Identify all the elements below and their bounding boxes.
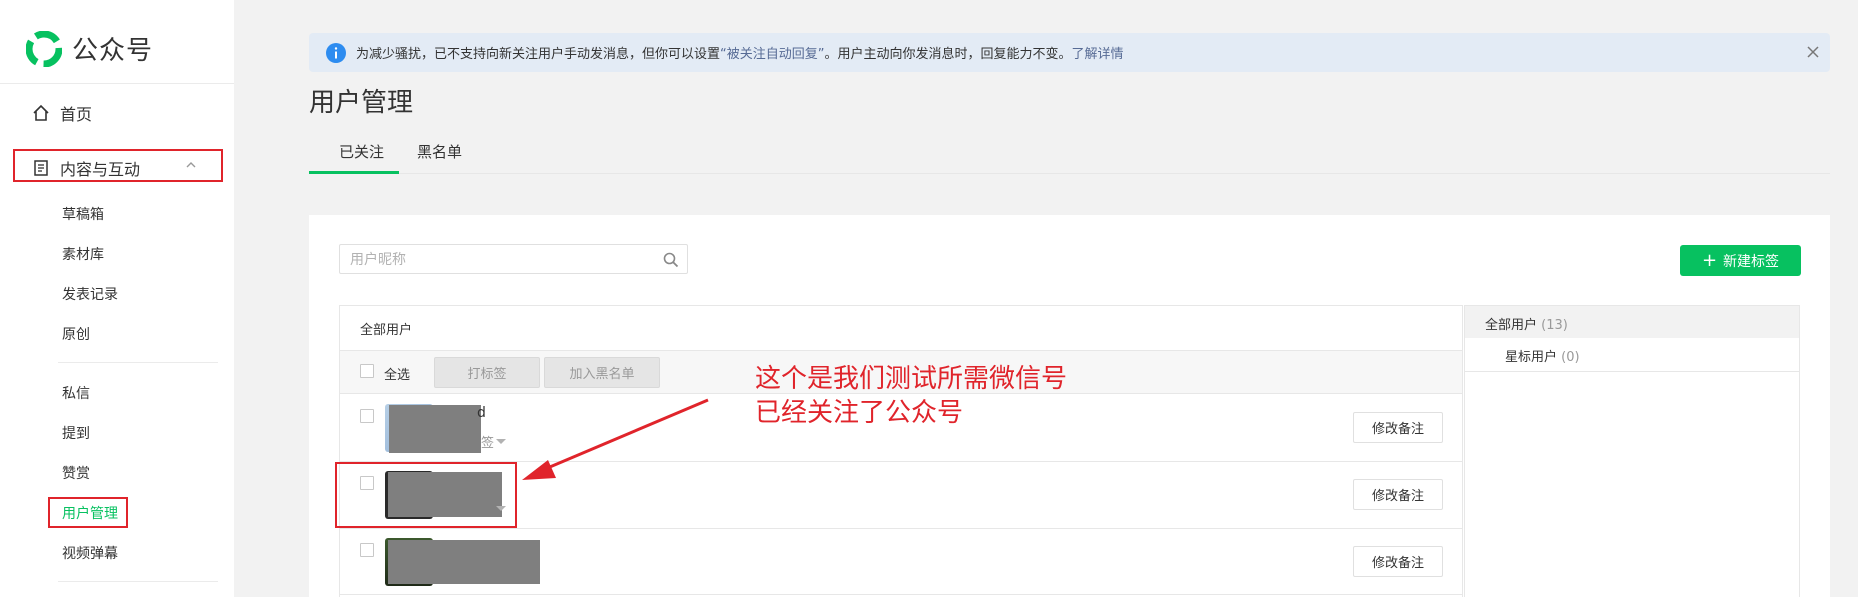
notice-bar: 为减少骚扰，已不支持向新关注用户手动发消息，但你可以设置 “被关注自动回复” 。… (309, 33, 1830, 72)
page-title: 用户管理 (309, 88, 414, 118)
sidebar-divider (0, 83, 234, 84)
sidebar-item-publish-records[interactable]: 发表记录 (62, 284, 118, 304)
annotation-highlight-box (335, 462, 517, 528)
tag-star-users[interactable]: 星标用户 (0) (1505, 346, 1580, 365)
sidebar-item-home[interactable]: 首页 (32, 101, 92, 125)
tab-followed[interactable]: 已关注 (339, 141, 384, 162)
user-nickname: d (477, 405, 486, 421)
sidebar-item-mentions[interactable]: 提到 (62, 423, 90, 443)
user-tag-label: 签 (481, 436, 495, 451)
row-divider (340, 594, 1462, 595)
sidebar-item-content[interactable]: 内容与互动 (32, 156, 140, 180)
notice-text-before: 为减少骚扰，已不支持向新关注用户手动发消息，但你可以设置 (356, 47, 721, 62)
document-icon (34, 160, 48, 176)
tab-blacklist[interactable]: 黑名单 (417, 141, 462, 162)
row-checkbox[interactable] (360, 409, 374, 423)
tag-all-users-count: (13) (1541, 318, 1568, 333)
tag-star-users-count: (0) (1561, 350, 1580, 365)
tag-users-button[interactable]: 打标签 (434, 357, 540, 388)
sidebar-item-drafts[interactable]: 草稿箱 (62, 204, 104, 224)
tabs-divider (309, 173, 1830, 174)
edit-remark-button[interactable]: 修改备注 (1353, 479, 1443, 510)
auto-reply-link[interactable]: “被关注自动回复” (720, 43, 824, 62)
active-tab-indicator (309, 171, 399, 174)
redacted-block (388, 540, 540, 584)
tag-all-users[interactable]: 全部用户 (13) (1485, 314, 1568, 333)
learn-more-link[interactable]: 了解详情 (1072, 43, 1124, 62)
notice-text-after: 。用户主动向你发消息时，回复能力不变。 (824, 47, 1072, 62)
sidebar-item-messages[interactable]: 私信 (62, 383, 90, 403)
sidebar-item-home-label: 首页 (60, 105, 93, 124)
sidebar-item-materials[interactable]: 素材库 (62, 244, 104, 264)
new-tag-button-label: 新建标签 (1723, 253, 1780, 270)
sidebar-item-user-management[interactable]: 用户管理 (62, 503, 118, 523)
redacted-block (389, 405, 481, 453)
tag-dropdown-icon[interactable] (496, 439, 506, 444)
wechat-official-account-logo-icon (26, 30, 62, 67)
new-tag-button[interactable]: + 新建标签 (1680, 245, 1801, 276)
chevron-up-icon[interactable] (186, 160, 196, 170)
logo-text: 公众号 (72, 36, 154, 66)
user-list-header: 全部用户 (360, 323, 413, 338)
sidebar-item-rewards[interactable]: 赞赏 (62, 463, 90, 483)
close-icon[interactable] (1806, 45, 1820, 59)
sidebar-item-content-label: 内容与互动 (60, 160, 141, 179)
tag-star-users-label: 星标用户 (1505, 350, 1558, 365)
info-icon (326, 42, 346, 63)
select-all-checkbox[interactable] (360, 364, 374, 378)
logo[interactable]: 公众号 (26, 30, 153, 67)
sidebar-subdivider (58, 362, 218, 363)
search-box (339, 244, 688, 275)
select-all-label: 全选 (384, 368, 411, 383)
annotation-text: 这个是我们测试所需微信号 已经关注了公众号 (755, 364, 1068, 428)
edit-remark-button[interactable]: 修改备注 (1353, 412, 1443, 443)
search-input[interactable] (340, 245, 652, 275)
row-divider (340, 528, 1462, 529)
tag-all-users-label: 全部用户 (1485, 318, 1538, 333)
sidebar-item-video-danmaku[interactable]: 视频弹幕 (62, 543, 118, 563)
sidebar-subdivider (58, 581, 218, 582)
search-icon[interactable] (663, 252, 679, 268)
sidebar-item-original[interactable]: 原创 (62, 324, 90, 344)
row-checkbox[interactable] (360, 543, 374, 557)
home-icon (33, 104, 49, 121)
plus-icon: + (1701, 249, 1718, 271)
add-to-blacklist-button[interactable]: 加入黑名单 (544, 357, 660, 388)
edit-remark-button[interactable]: 修改备注 (1353, 546, 1443, 577)
tag-panel-divider (1465, 371, 1799, 372)
